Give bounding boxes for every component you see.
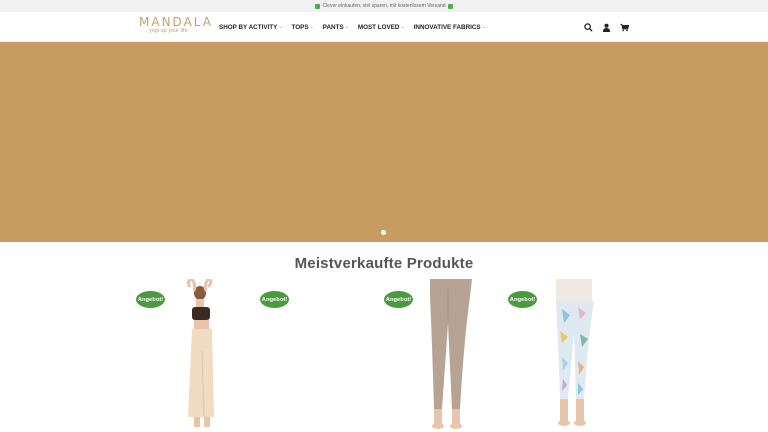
product-card[interactable]: Angebot! — [508, 279, 626, 431]
nav-most-loved[interactable]: MOST LOVED ⌄ — [358, 24, 405, 31]
cart-icon[interactable] — [620, 23, 629, 32]
chevron-down-icon: ⌄ — [400, 24, 405, 30]
slider-dot[interactable] — [381, 230, 386, 235]
header-icons — [584, 12, 629, 42]
logo[interactable]: MANDALA yogi up your life — [139, 15, 213, 34]
account-icon[interactable] — [602, 23, 611, 32]
sale-badge: Angebot! — [508, 291, 537, 308]
product-card[interactable]: Angebot! — [384, 279, 502, 431]
nav-innovative-fabrics[interactable]: INNOVATIVE FABRICS ⌄ — [414, 24, 486, 31]
chevron-down-icon: ⌄ — [344, 24, 349, 30]
section-title: Meistverkaufte Produkte — [294, 255, 474, 272]
nav-shop-by-activity[interactable]: SHOP BY ACTIVITY ⌄ — [219, 24, 283, 31]
sale-badge: Angebot! — [384, 291, 413, 308]
nav-label: MOST LOVED — [357, 23, 400, 31]
product-image[interactable] — [414, 279, 474, 431]
hero-banner[interactable] — [0, 42, 768, 242]
promo-bar: Clever einkaufen, viel sparen, mit koste… — [0, 0, 768, 12]
nav-tops[interactable]: TOPS ⌄ — [292, 24, 314, 31]
main-nav: SHOP BY ACTIVITY ⌄ TOPS ⌄ PANTS ⌄ MOST LOVE… — [219, 12, 486, 42]
product-card[interactable]: Angebot! — [136, 279, 254, 431]
chevron-down-icon: ⌄ — [309, 24, 314, 30]
chevron-down-icon: ⌄ — [481, 24, 486, 30]
nav-label: INNOVATIVE FABRICS — [413, 23, 481, 31]
leaf-icon — [315, 3, 321, 9]
search-icon[interactable] — [584, 22, 593, 32]
chevron-down-icon: ⌄ — [278, 24, 283, 30]
product-image[interactable] — [166, 279, 226, 431]
product-card[interactable]: Angebot! — [260, 279, 378, 431]
site-header: MANDALA yogi up your life SHOP BY ACTIVI… — [0, 12, 768, 42]
nav-label: PANTS — [322, 23, 344, 31]
nav-label: TOPS — [291, 23, 309, 31]
nav-pants[interactable]: PANTS ⌄ — [323, 24, 349, 31]
product-image[interactable] — [538, 279, 598, 431]
sale-badge: Angebot! — [136, 291, 165, 308]
nav-label: SHOP BY ACTIVITY — [219, 23, 278, 31]
sale-badge: Angebot! — [260, 291, 289, 308]
leaf-icon — [447, 3, 453, 9]
product-grid: Angebot! Angebot! Angebot! Angebot! — [0, 272, 768, 432]
promo-text: Clever einkaufen, viel sparen, mit koste… — [322, 3, 446, 9]
logo-brand: MANDALA — [139, 15, 213, 29]
